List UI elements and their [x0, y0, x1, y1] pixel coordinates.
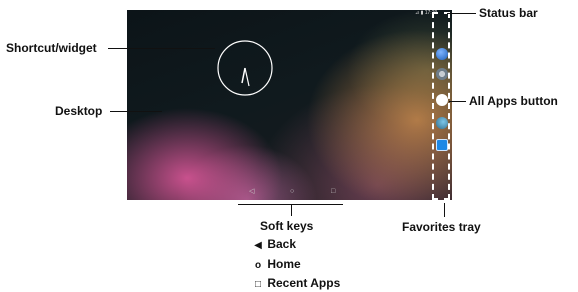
back-triangle-icon: ◀ — [254, 240, 262, 251]
legend-recent: □ Recent Apps — [252, 276, 340, 292]
soft-keys-label: Soft keys — [260, 219, 314, 233]
legend-home-label: Home — [267, 257, 301, 271]
favorites-tray-label: Favorites tray — [402, 220, 481, 234]
camera-icon[interactable] — [436, 139, 448, 151]
status-bar-leader-line — [447, 13, 476, 14]
soft-keys-stem — [291, 204, 292, 216]
all-apps-label: All Apps button — [469, 94, 558, 108]
shortcut-leader-line — [108, 48, 215, 49]
clock-minute-hand — [244, 67, 250, 87]
settings-icon[interactable] — [436, 68, 448, 80]
recent-square-icon: □ — [254, 279, 262, 290]
legend-recent-label: Recent Apps — [267, 276, 341, 290]
home-circle-icon: o — [254, 260, 262, 271]
battery-icon: ▮ — [420, 10, 424, 16]
legend-back: ◀ Back — [252, 237, 296, 253]
desktop-leader-line — [110, 111, 162, 112]
legend-home: o Home — [252, 257, 301, 273]
recent-square-icon[interactable]: □ — [331, 188, 335, 196]
favorites-tray — [432, 12, 450, 200]
globe-icon[interactable] — [436, 48, 448, 60]
back-triangle-icon[interactable]: ◁ — [249, 188, 254, 196]
clock-widget[interactable] — [215, 38, 275, 98]
legend-back-label: Back — [267, 237, 297, 251]
status-bar-label: Status bar — [479, 6, 538, 20]
tablet-screen: ⊿ ▮ 17:29 ◁ ○ □ — [127, 10, 452, 200]
desktop-label: Desktop — [55, 104, 103, 118]
shortcut-widget-label: Shortcut/widget — [6, 41, 97, 55]
all-apps-icon[interactable] — [436, 94, 448, 106]
all-apps-leader-line — [449, 101, 466, 102]
signal-icon: ⊿ — [415, 10, 420, 16]
favorites-leader-line — [444, 203, 445, 217]
browser-icon[interactable] — [436, 117, 448, 129]
clock-hour-hand — [241, 67, 246, 84]
home-circle-icon[interactable]: ○ — [290, 188, 294, 196]
